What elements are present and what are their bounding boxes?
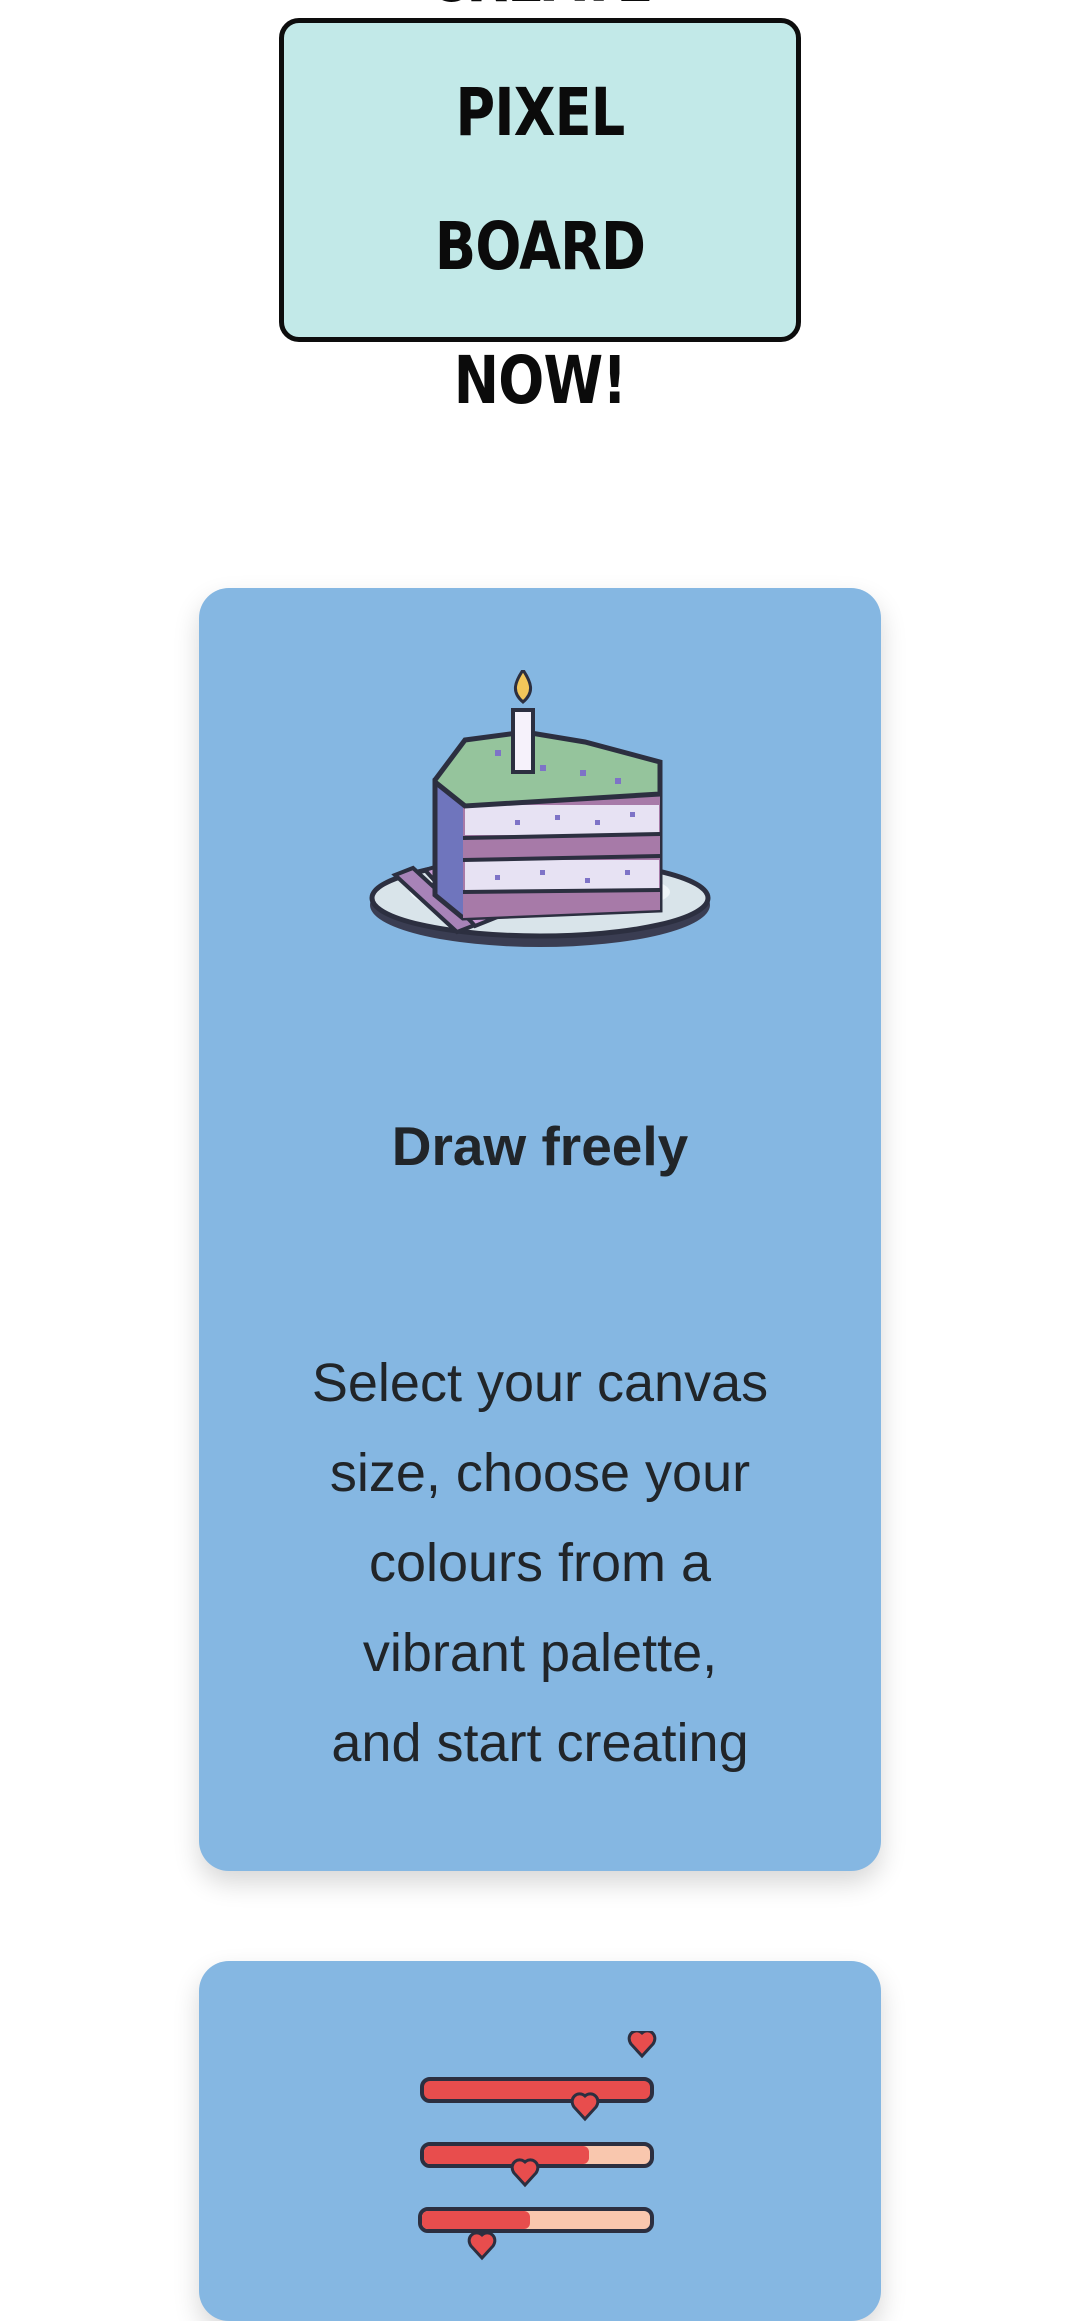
feature-card-health-bars <box>199 1961 881 2321</box>
pixel-cake-icon <box>369 670 711 947</box>
create-pixel-board-label: CREATE PIXEL BOARD NOW! <box>427 0 653 419</box>
create-pixel-board-button[interactable]: CREATE PIXEL BOARD NOW! <box>279 0 801 419</box>
health-bar-half <box>418 2158 654 2233</box>
feature-description: Select your canvas size, choose your col… <box>311 1353 769 1773</box>
health-bars-icon <box>418 2031 657 2261</box>
feature-title: Draw freely <box>391 1114 689 1177</box>
health-bar-three-quarter <box>420 2092 654 2168</box>
feature-card-draw-freely: Draw freely Select your canvas size, cho… <box>199 588 881 1871</box>
health-bar-full <box>420 2031 657 2103</box>
